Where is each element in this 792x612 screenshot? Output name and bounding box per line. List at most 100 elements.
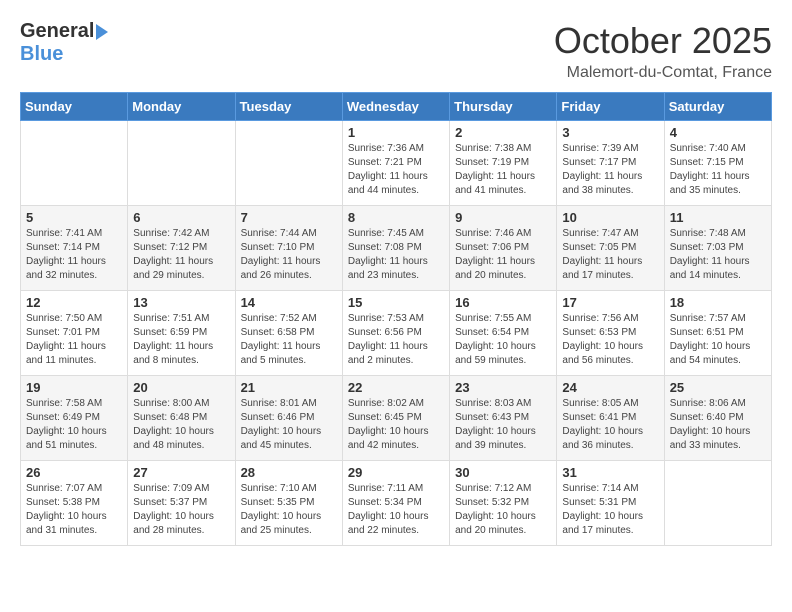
day-number: 21 xyxy=(241,380,337,395)
day-info: Sunrise: 7:11 AM Sunset: 5:34 PM Dayligh… xyxy=(348,482,444,538)
day-info: Sunrise: 7:52 AM Sunset: 6:58 PM Dayligh… xyxy=(241,312,337,368)
day-number: 26 xyxy=(26,465,122,480)
calendar-cell: 25 Sunrise: 8:06 AM Sunset: 6:40 PM Dayli… xyxy=(664,376,771,461)
day-number: 12 xyxy=(26,295,122,310)
day-number: 28 xyxy=(241,465,337,480)
day-number: 5 xyxy=(26,210,122,225)
calendar-week-row: 1 Sunrise: 7:36 AM Sunset: 7:21 PM Daylig… xyxy=(21,121,772,206)
calendar-header-row: SundayMondayTuesdayWednesdayThursdayFrid… xyxy=(21,93,772,121)
day-info: Sunrise: 8:02 AM Sunset: 6:45 PM Dayligh… xyxy=(348,397,444,453)
calendar-cell: 14 Sunrise: 7:52 AM Sunset: 6:58 PM Dayli… xyxy=(235,291,342,376)
calendar-week-row: 5 Sunrise: 7:41 AM Sunset: 7:14 PM Daylig… xyxy=(21,206,772,291)
calendar-cell: 30Sunrise: 7:12 AM Sunset: 5:32 PM Dayli… xyxy=(450,461,557,546)
day-info: Sunrise: 8:06 AM Sunset: 6:40 PM Dayligh… xyxy=(670,397,766,453)
calendar-week-row: 12 Sunrise: 7:50 AM Sunset: 7:01 PM Dayli… xyxy=(21,291,772,376)
day-number: 18 xyxy=(670,295,766,310)
calendar-cell: 23Sunrise: 8:03 AM Sunset: 6:43 PM Dayli… xyxy=(450,376,557,461)
day-of-week-header: Saturday xyxy=(664,93,771,121)
day-number: 10 xyxy=(562,210,658,225)
day-of-week-header: Monday xyxy=(128,93,235,121)
calendar-cell: 9 Sunrise: 7:46 AM Sunset: 7:06 PM Daylig… xyxy=(450,206,557,291)
calendar-week-row: 26 Sunrise: 7:07 AM Sunset: 5:38 PM Dayli… xyxy=(21,461,772,546)
day-info: Sunrise: 7:42 AM Sunset: 7:12 PM Dayligh… xyxy=(133,227,229,283)
day-info: Sunrise: 7:46 AM Sunset: 7:06 PM Dayligh… xyxy=(455,227,551,283)
logo-general: General xyxy=(20,20,94,43)
day-of-week-header: Wednesday xyxy=(342,93,449,121)
calendar-cell: 27 Sunrise: 7:09 AM Sunset: 5:37 PM Dayli… xyxy=(128,461,235,546)
day-number: 14 xyxy=(241,295,337,310)
day-number: 29 xyxy=(348,465,444,480)
day-info: Sunrise: 7:41 AM Sunset: 7:14 PM Dayligh… xyxy=(26,227,122,283)
calendar-cell: 24Sunrise: 8:05 AM Sunset: 6:41 PM Dayli… xyxy=(557,376,664,461)
day-info: Sunrise: 8:00 AM Sunset: 6:48 PM Dayligh… xyxy=(133,397,229,453)
day-number: 24 xyxy=(562,380,658,395)
day-info: Sunrise: 7:47 AM Sunset: 7:05 PM Dayligh… xyxy=(562,227,658,283)
calendar-cell: 31 Sunrise: 7:14 AM Sunset: 5:31 PM Dayli… xyxy=(557,461,664,546)
day-number: 20 xyxy=(133,380,229,395)
calendar-cell: 1 Sunrise: 7:36 AM Sunset: 7:21 PM Daylig… xyxy=(342,121,449,206)
day-info: Sunrise: 7:40 AM Sunset: 7:15 PM Dayligh… xyxy=(670,142,766,198)
day-of-week-header: Friday xyxy=(557,93,664,121)
calendar-cell: 19Sunrise: 7:58 AM Sunset: 6:49 PM Dayli… xyxy=(21,376,128,461)
day-info: Sunrise: 8:01 AM Sunset: 6:46 PM Dayligh… xyxy=(241,397,337,453)
day-number: 6 xyxy=(133,210,229,225)
day-number: 16 xyxy=(455,295,551,310)
calendar-cell: 28 Sunrise: 7:10 AM Sunset: 5:35 PM Dayli… xyxy=(235,461,342,546)
day-info: Sunrise: 7:44 AM Sunset: 7:10 PM Dayligh… xyxy=(241,227,337,283)
calendar-cell: 13Sunrise: 7:51 AM Sunset: 6:59 PM Dayli… xyxy=(128,291,235,376)
day-number: 15 xyxy=(348,295,444,310)
day-info: Sunrise: 7:38 AM Sunset: 7:19 PM Dayligh… xyxy=(455,142,551,198)
day-number: 3 xyxy=(562,125,658,140)
day-number: 2 xyxy=(455,125,551,140)
day-info: Sunrise: 7:09 AM Sunset: 5:37 PM Dayligh… xyxy=(133,482,229,538)
day-number: 1 xyxy=(348,125,444,140)
calendar-cell: 20 Sunrise: 8:00 AM Sunset: 6:48 PM Dayli… xyxy=(128,376,235,461)
day-info: Sunrise: 7:12 AM Sunset: 5:32 PM Dayligh… xyxy=(455,482,551,538)
calendar-cell: 29 Sunrise: 7:11 AM Sunset: 5:34 PM Dayli… xyxy=(342,461,449,546)
day-number: 22 xyxy=(348,380,444,395)
calendar-cell xyxy=(128,121,235,206)
calendar-cell: 6 Sunrise: 7:42 AM Sunset: 7:12 PM Daylig… xyxy=(128,206,235,291)
day-info: Sunrise: 7:36 AM Sunset: 7:21 PM Dayligh… xyxy=(348,142,444,198)
calendar-cell xyxy=(664,461,771,546)
calendar-cell: 15 Sunrise: 7:53 AM Sunset: 6:56 PM Dayli… xyxy=(342,291,449,376)
day-info: Sunrise: 7:14 AM Sunset: 5:31 PM Dayligh… xyxy=(562,482,658,538)
day-info: Sunrise: 7:58 AM Sunset: 6:49 PM Dayligh… xyxy=(26,397,122,453)
day-info: Sunrise: 7:07 AM Sunset: 5:38 PM Dayligh… xyxy=(26,482,122,538)
calendar-cell: 18Sunrise: 7:57 AM Sunset: 6:51 PM Dayli… xyxy=(664,291,771,376)
calendar-cell: 10 Sunrise: 7:47 AM Sunset: 7:05 PM Dayli… xyxy=(557,206,664,291)
calendar-cell: 21 Sunrise: 8:01 AM Sunset: 6:46 PM Dayli… xyxy=(235,376,342,461)
calendar-table: SundayMondayTuesdayWednesdayThursdayFrid… xyxy=(20,92,772,546)
day-info: Sunrise: 7:45 AM Sunset: 7:08 PM Dayligh… xyxy=(348,227,444,283)
day-number: 31 xyxy=(562,465,658,480)
day-info: Sunrise: 7:53 AM Sunset: 6:56 PM Dayligh… xyxy=(348,312,444,368)
location-title: Malemort-du-Comtat, France xyxy=(554,64,772,82)
logo-arrow-icon xyxy=(96,24,108,40)
day-number: 27 xyxy=(133,465,229,480)
day-number: 4 xyxy=(670,125,766,140)
calendar-cell: 26 Sunrise: 7:07 AM Sunset: 5:38 PM Dayli… xyxy=(21,461,128,546)
day-info: Sunrise: 7:48 AM Sunset: 7:03 PM Dayligh… xyxy=(670,227,766,283)
title-block: October 2025 Malemort-du-Comtat, France xyxy=(554,20,772,82)
calendar-cell: 3 Sunrise: 7:39 AM Sunset: 7:17 PM Daylig… xyxy=(557,121,664,206)
calendar-week-row: 19Sunrise: 7:58 AM Sunset: 6:49 PM Dayli… xyxy=(21,376,772,461)
day-info: Sunrise: 7:50 AM Sunset: 7:01 PM Dayligh… xyxy=(26,312,122,368)
calendar-cell: 2 Sunrise: 7:38 AM Sunset: 7:19 PM Daylig… xyxy=(450,121,557,206)
calendar-cell: 16 Sunrise: 7:55 AM Sunset: 6:54 PM Dayli… xyxy=(450,291,557,376)
calendar-cell: 17Sunrise: 7:56 AM Sunset: 6:53 PM Dayli… xyxy=(557,291,664,376)
logo-blue: Blue xyxy=(20,43,63,66)
day-info: Sunrise: 7:56 AM Sunset: 6:53 PM Dayligh… xyxy=(562,312,658,368)
calendar-cell: 5 Sunrise: 7:41 AM Sunset: 7:14 PM Daylig… xyxy=(21,206,128,291)
day-number: 9 xyxy=(455,210,551,225)
day-info: Sunrise: 7:55 AM Sunset: 6:54 PM Dayligh… xyxy=(455,312,551,368)
calendar-cell: 4 Sunrise: 7:40 AM Sunset: 7:15 PM Daylig… xyxy=(664,121,771,206)
calendar-cell: 22 Sunrise: 8:02 AM Sunset: 6:45 PM Dayli… xyxy=(342,376,449,461)
logo: General Blue xyxy=(20,20,108,66)
day-info: Sunrise: 7:39 AM Sunset: 7:17 PM Dayligh… xyxy=(562,142,658,198)
day-number: 25 xyxy=(670,380,766,395)
day-number: 13 xyxy=(133,295,229,310)
day-number: 8 xyxy=(348,210,444,225)
day-info: Sunrise: 7:10 AM Sunset: 5:35 PM Dayligh… xyxy=(241,482,337,538)
calendar-cell: 12 Sunrise: 7:50 AM Sunset: 7:01 PM Dayli… xyxy=(21,291,128,376)
day-number: 11 xyxy=(670,210,766,225)
